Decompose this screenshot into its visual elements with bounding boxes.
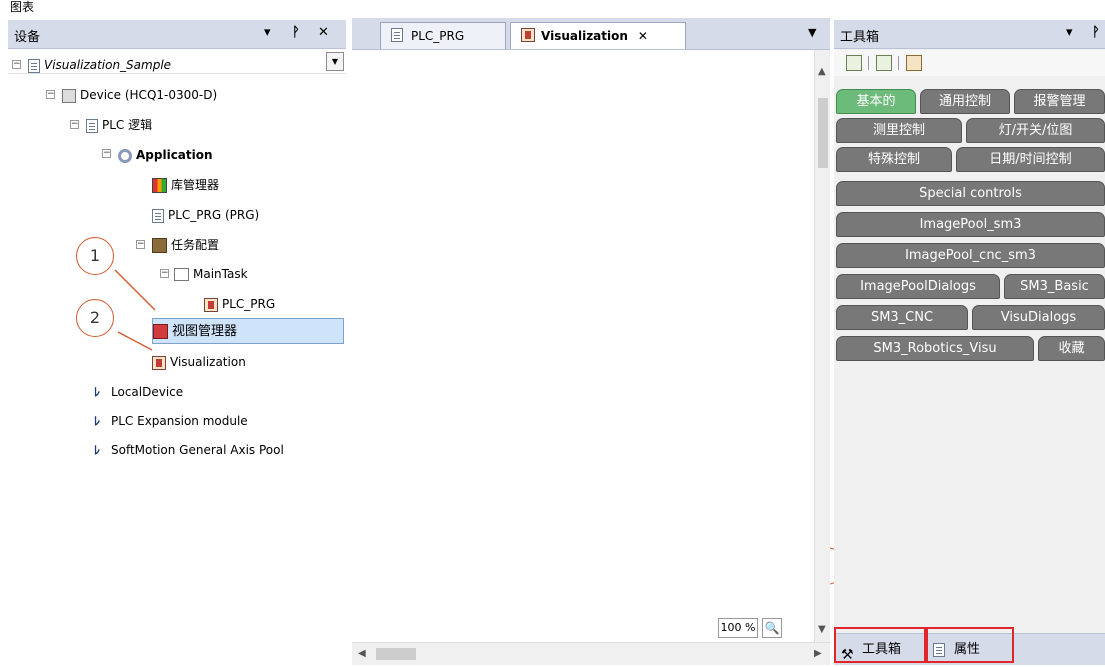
category-visudialogs[interactable]: VisuDialogs <box>972 305 1105 330</box>
zoom-level[interactable]: 100 % <box>718 618 758 638</box>
category-measurement-controls[interactable]: 测里控制 <box>836 118 962 143</box>
visualization-icon <box>521 28 535 42</box>
category-sm3-robotics-visu[interactable]: SM3_Robotics_Visu <box>836 336 1034 361</box>
callout-line-2 <box>117 331 153 351</box>
highlight-toolbox-tab <box>834 627 926 663</box>
scroll-thumb[interactable] <box>376 648 416 660</box>
visualization-canvas[interactable] <box>352 50 814 642</box>
category-favorites[interactable]: 收藏 <box>1038 336 1105 361</box>
tab-visualization[interactable]: Visualization ✕ <box>510 22 686 49</box>
editor-tab-bar: PLC_PRG Visualization ✕ ▼ <box>352 18 830 50</box>
category-special-controls-cn[interactable]: 特殊控制 <box>836 147 952 172</box>
vertical-scrollbar[interactable]: ▲ ▼ <box>814 50 830 642</box>
image-view-icon[interactable] <box>906 55 922 71</box>
callout-2: 2 <box>76 299 114 337</box>
close-tab-icon[interactable]: ✕ <box>638 29 648 43</box>
category-common-controls[interactable]: 通用控制 <box>920 89 1010 114</box>
toolbar-separator <box>868 56 869 70</box>
scroll-left-icon[interactable]: ◀ <box>358 648 366 659</box>
category-sm3-basic[interactable]: SM3_Basic <box>1004 274 1105 299</box>
dropdown-arrow-icon[interactable]: ▾ <box>1066 25 1073 40</box>
editor-panel: PLC_PRG Visualization ✕ ▼ ▲ ▼ 100 % 🔍 ◀ ▶ <box>352 18 830 665</box>
category-imagepool-cnc-sm3[interactable]: ImagePool_cnc_sm3 <box>836 243 1105 268</box>
scroll-up-icon[interactable]: ▲ <box>818 66 826 77</box>
grid-view-icon[interactable] <box>846 55 862 71</box>
highlight-properties-tab <box>926 627 1014 663</box>
category-imagepooldialogs[interactable]: ImagePoolDialogs <box>836 274 1000 299</box>
tab-label: Visualization <box>541 29 628 43</box>
category-lamps-switches-bitmaps[interactable]: 灯/开关/位图 <box>966 118 1105 143</box>
zoom-magnifier-icon[interactable]: 🔍 <box>762 618 782 638</box>
scroll-thumb[interactable] <box>818 98 828 168</box>
category-special-controls[interactable]: Special controls <box>836 181 1105 206</box>
scroll-right-icon[interactable]: ▶ <box>814 648 822 659</box>
category-imagepool-sm3[interactable]: ImagePool_sm3 <box>836 212 1105 237</box>
callout-1: 1 <box>76 237 114 275</box>
scroll-down-icon[interactable]: ▼ <box>818 624 826 635</box>
callout-line-1 <box>114 269 156 311</box>
toolbox-toolbar <box>834 50 1105 76</box>
category-basic[interactable]: 基本的 <box>836 89 916 114</box>
horizontal-scrollbar[interactable]: ◀ ▶ <box>352 642 830 665</box>
program-icon <box>391 28 403 42</box>
tab-list-dropdown-icon[interactable]: ▼ <box>808 26 816 39</box>
tab-label: PLC_PRG <box>411 29 465 43</box>
list-view-icon[interactable] <box>876 55 892 71</box>
category-date-time-controls[interactable]: 日期/时间控制 <box>956 147 1105 172</box>
category-alarm-manager[interactable]: 报警管理 <box>1014 89 1105 114</box>
tab-plc-prg[interactable]: PLC_PRG <box>380 22 506 49</box>
category-sm3-cnc[interactable]: SM3_CNC <box>836 305 968 330</box>
toolbar-separator <box>898 56 899 70</box>
toolbox-title: 工具箱 <box>840 30 880 45</box>
pin-icon[interactable]: ᚹ <box>1092 25 1100 40</box>
toolbox-panel: 工具箱 ▾ ᚹ 基本的 通用控制 报警管理 测里控制 灯/开关/位图 特殊控制 … <box>834 20 1105 665</box>
toolbox-title-bar: 工具箱 ▾ ᚹ <box>834 20 1105 49</box>
